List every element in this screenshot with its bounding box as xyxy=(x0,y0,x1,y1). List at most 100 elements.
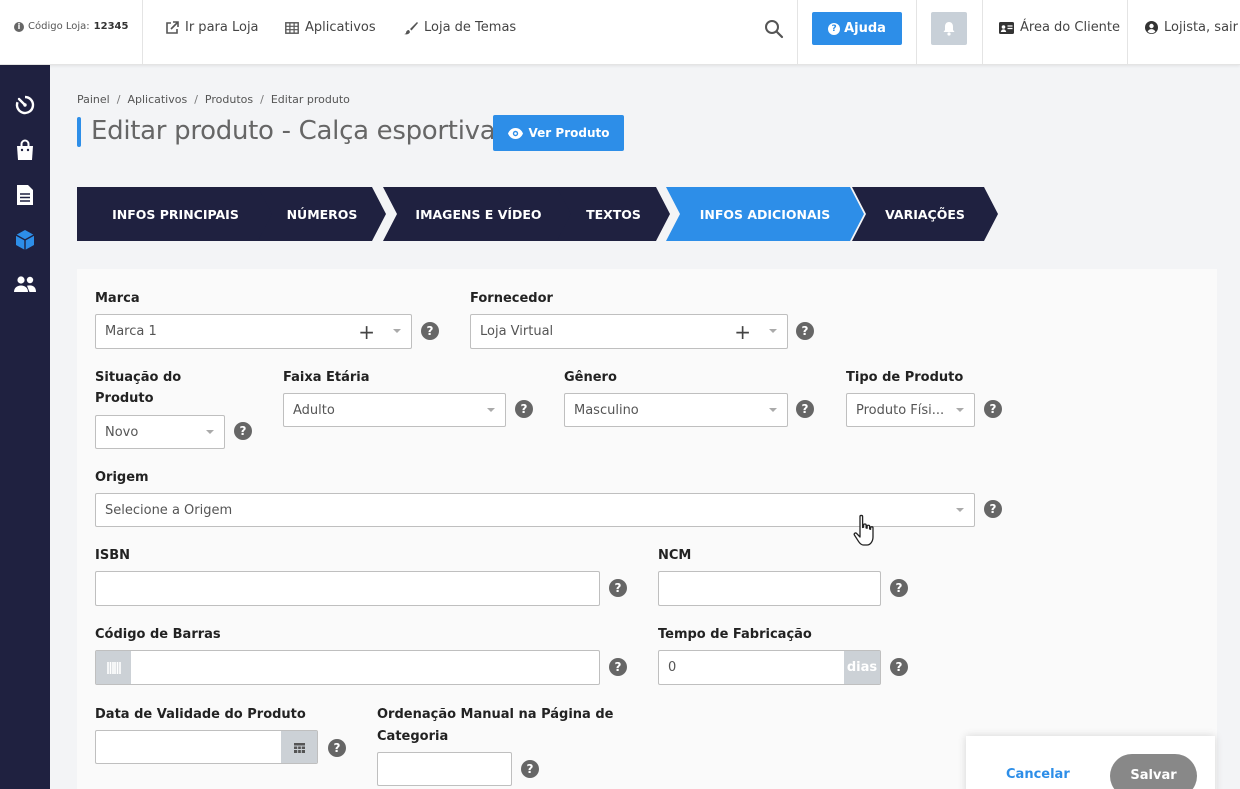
origem-value: Selecione a Origem xyxy=(105,502,233,518)
origem-select[interactable]: Selecione a Origem xyxy=(95,493,975,527)
situacao-help-icon[interactable]: ? xyxy=(234,422,252,440)
fornecedor-label: Fornecedor xyxy=(470,291,553,306)
genero-label: Gênero xyxy=(564,370,617,385)
document-icon[interactable] xyxy=(13,183,37,207)
barcode-label: Código de Barras xyxy=(95,627,221,642)
apps-link[interactable]: Aplicativos xyxy=(285,20,376,35)
bell-icon xyxy=(943,22,955,36)
store-code: i Código Loja: 12345 xyxy=(14,21,128,32)
save-button[interactable]: Salvar xyxy=(1110,754,1197,789)
fornecedor-select[interactable]: Loja Virtual + xyxy=(470,314,788,349)
validade-label: Data de Validade do Produto xyxy=(95,707,306,722)
fabricacao-help-icon[interactable]: ? xyxy=(890,658,908,676)
add-brand-icon[interactable]: + xyxy=(358,322,375,342)
tab-variacoes[interactable]: VARIAÇÕES xyxy=(852,187,998,241)
id-card-icon xyxy=(999,21,1014,34)
brush-icon xyxy=(404,21,418,34)
ordenacao-input[interactable] xyxy=(377,752,512,786)
ordenacao-label-line2: Categoria xyxy=(377,729,449,744)
situacao-label-line2: Produto xyxy=(95,391,154,406)
marca-value: Marca 1 xyxy=(105,324,157,339)
faixa-select[interactable]: Adulto xyxy=(283,393,506,427)
marca-label: Marca xyxy=(95,291,140,306)
tipo-select[interactable]: Produto Físi... xyxy=(846,393,975,427)
dashboard-timer-icon[interactable] xyxy=(13,93,37,117)
ordenacao-help-icon[interactable]: ? xyxy=(521,760,539,778)
top-bar: i Código Loja: 12345 Ir para Loja Aplica… xyxy=(0,0,1240,65)
store-code-label: Código Loja: xyxy=(28,21,90,32)
view-product-button[interactable]: Ver Produto xyxy=(493,115,624,151)
user-label: Lojista, sair xyxy=(1164,20,1238,35)
genero-select[interactable]: Masculino xyxy=(564,393,788,427)
ordenacao-label-line1: Ordenação Manual na Página de xyxy=(377,707,614,722)
situacao-value: Novo xyxy=(105,424,139,440)
cancel-button[interactable]: Cancelar xyxy=(1006,767,1070,782)
tab-imagens-video[interactable]: IMAGENS E VÍDEO xyxy=(383,187,574,241)
breadcrumb-item-current: Editar produto xyxy=(270,93,350,106)
help-label: Ajuda xyxy=(844,21,886,36)
go-to-store-link[interactable]: Ir para Loja xyxy=(165,20,259,35)
breadcrumb-item-produtos[interactable]: Produtos xyxy=(205,93,253,106)
theme-store-link[interactable]: Loja de Temas xyxy=(404,20,516,35)
go-to-store-label: Ir para Loja xyxy=(185,20,259,35)
isbn-label: ISBN xyxy=(95,548,130,563)
sidebar xyxy=(0,65,50,789)
ncm-input[interactable] xyxy=(658,571,881,606)
box-icon[interactable] xyxy=(13,228,37,252)
genero-help-icon[interactable]: ? xyxy=(796,400,814,418)
marca-select[interactable]: Marca 1 + xyxy=(95,314,412,349)
notifications-button[interactable] xyxy=(931,12,967,45)
help-button[interactable]: ? Ajuda xyxy=(812,12,902,45)
isbn-input[interactable] xyxy=(95,571,600,606)
tipo-label: Tipo de Produto xyxy=(846,370,964,385)
marca-help-icon[interactable]: ? xyxy=(421,322,439,340)
calendar-icon[interactable] xyxy=(281,731,317,763)
ncm-help-icon[interactable]: ? xyxy=(890,579,908,597)
external-link-icon xyxy=(166,20,179,34)
fabricacao-input[interactable]: 0 dias xyxy=(658,650,881,685)
users-icon[interactable] xyxy=(13,272,37,296)
user-circle-icon xyxy=(1145,21,1158,34)
user-logout-link[interactable]: Lojista, sair xyxy=(1145,20,1238,35)
breadcrumb-item-painel[interactable]: Painel xyxy=(77,93,110,106)
eye-icon xyxy=(507,127,523,139)
tipo-help-icon[interactable]: ? xyxy=(984,400,1002,418)
breadcrumb-item-aplicativos[interactable]: Aplicativos xyxy=(127,93,187,106)
info-icon: i xyxy=(14,21,24,32)
chevron-down-icon xyxy=(956,508,964,512)
add-supplier-icon[interactable]: + xyxy=(734,322,751,342)
fabricacao-label: Tempo de Fabricação xyxy=(658,627,812,642)
fornecedor-help-icon[interactable]: ? xyxy=(796,322,814,340)
tab-infos-adicionais[interactable]: INFOS ADICIONAIS xyxy=(666,187,864,241)
tipo-value: Produto Físi... xyxy=(856,402,945,418)
validade-help-icon[interactable]: ? xyxy=(328,739,346,757)
tab-numeros[interactable]: NÚMEROS xyxy=(258,187,386,241)
grid-icon xyxy=(285,21,299,34)
faixa-value: Adulto xyxy=(293,402,335,418)
tab-textos[interactable]: TEXTOS xyxy=(557,187,670,241)
store-code-value: 12345 xyxy=(93,21,129,32)
faixa-label: Faixa Etária xyxy=(283,370,370,385)
shopping-bag-icon[interactable] xyxy=(13,138,37,162)
faixa-help-icon[interactable]: ? xyxy=(515,400,533,418)
tab-infos-principais[interactable]: INFOS PRINCIPAIS xyxy=(77,187,274,241)
barcode-help-icon[interactable]: ? xyxy=(609,658,627,676)
situacao-select[interactable]: Novo xyxy=(95,415,225,449)
origem-help-icon[interactable]: ? xyxy=(984,500,1002,518)
theme-store-label: Loja de Temas xyxy=(424,20,517,35)
apps-label: Aplicativos xyxy=(305,20,376,35)
barcode-icon xyxy=(96,651,131,684)
footer-actions: Cancelar Salvar xyxy=(966,736,1215,789)
search-icon[interactable] xyxy=(764,19,784,43)
title-accent-bar xyxy=(77,117,81,147)
barcode-input[interactable] xyxy=(95,650,600,685)
client-area-link[interactable]: Área do Cliente xyxy=(999,20,1120,35)
validade-input[interactable] xyxy=(95,730,318,764)
breadcrumb: Painel / Aplicativos / Produtos / Editar… xyxy=(77,93,350,106)
hand-cursor-icon xyxy=(852,514,878,552)
isbn-help-icon[interactable]: ? xyxy=(609,579,627,597)
chevron-down-icon xyxy=(769,408,777,412)
chevron-down-icon xyxy=(487,408,495,412)
view-product-label: Ver Produto xyxy=(528,126,610,140)
chevron-down-icon xyxy=(206,430,214,434)
